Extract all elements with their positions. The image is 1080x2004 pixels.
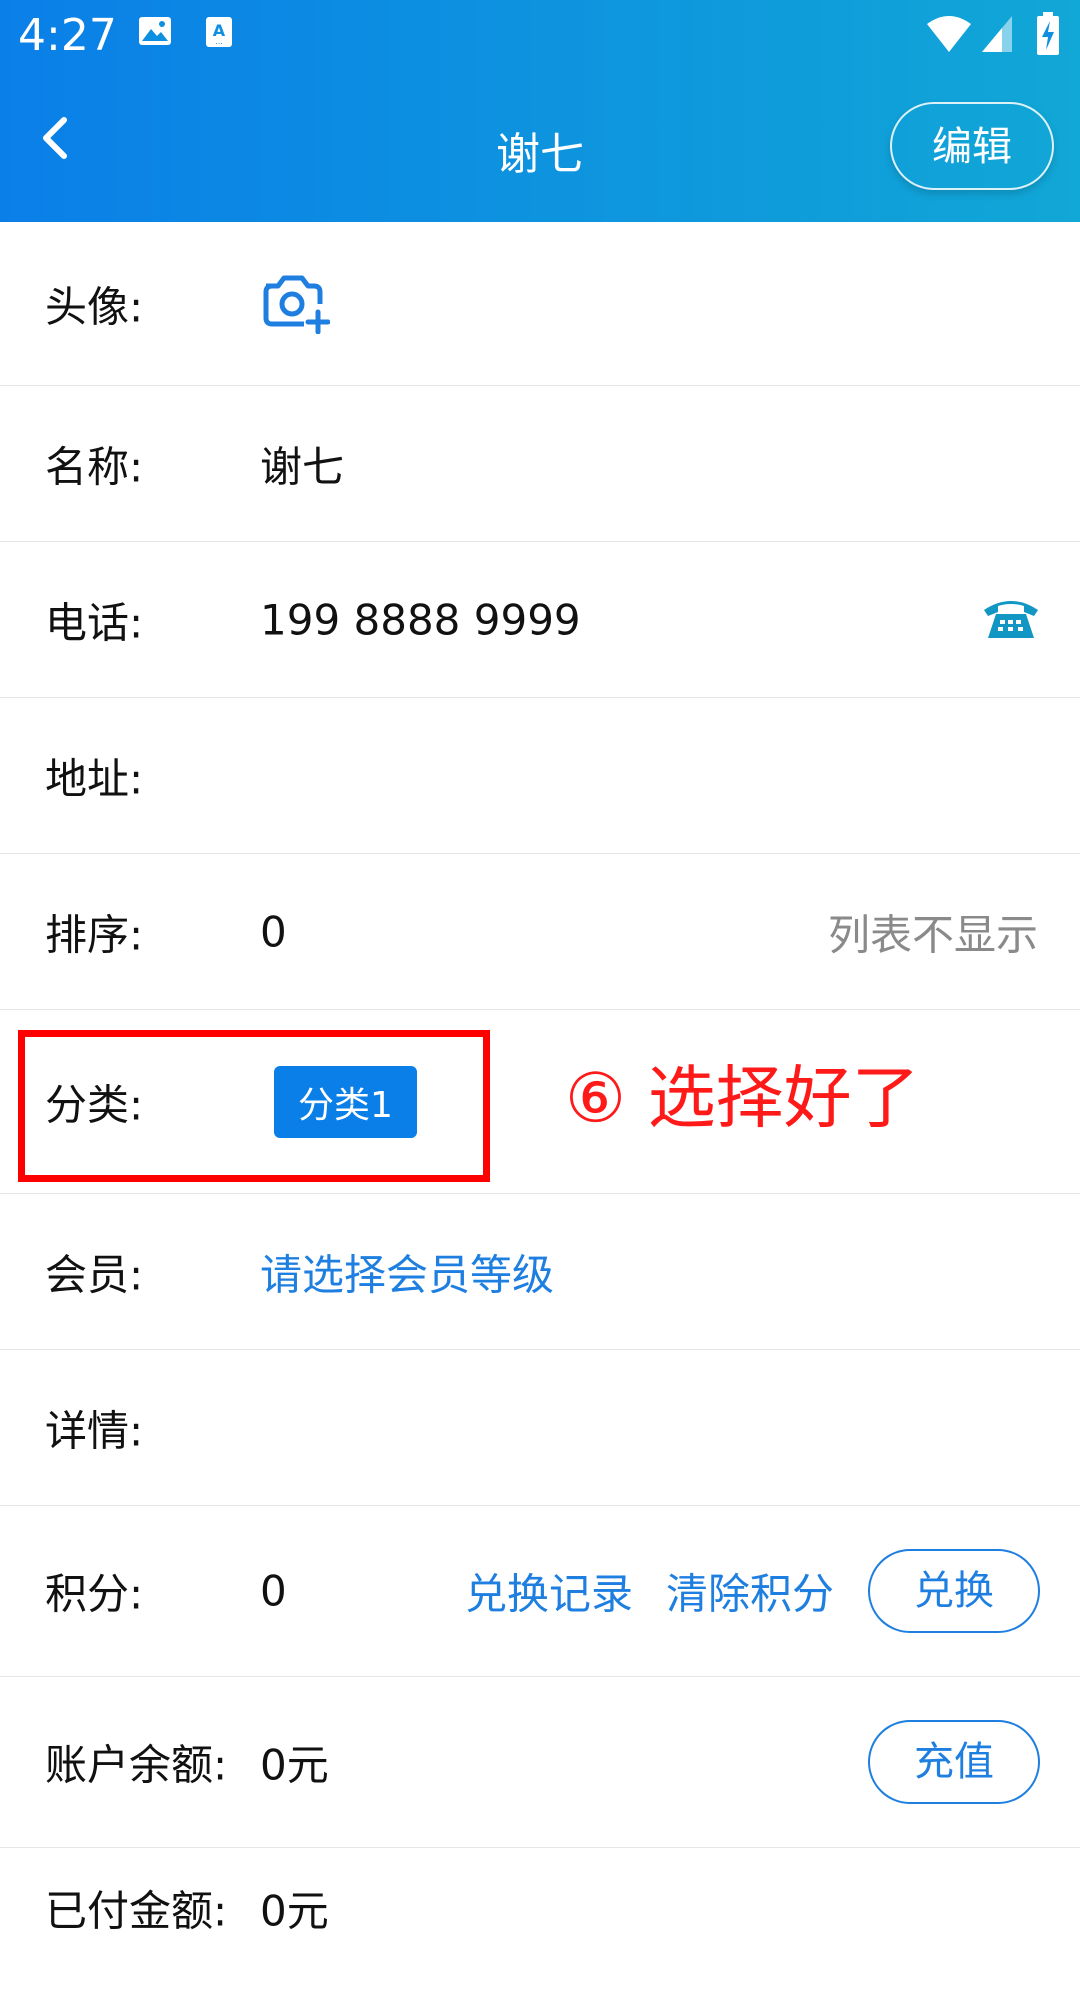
detail-row: 详情: xyxy=(0,1350,1080,1506)
a-badge-icon: A... xyxy=(205,16,233,52)
edit-button[interactable]: 编辑 xyxy=(890,102,1054,190)
points-row: 积分: 0 兑换记录 清除积分 兑换 xyxy=(0,1506,1080,1677)
app-header: 4:27 A... 谢七 编辑 xyxy=(0,0,1080,222)
balance-value: 0元 xyxy=(260,1740,329,1790)
category-tag[interactable]: 分类1 xyxy=(274,1065,417,1138)
paid-value: 0元 xyxy=(260,1886,329,1936)
sort-value: 0 xyxy=(260,907,287,956)
recharge-button[interactable]: 充值 xyxy=(868,1720,1040,1804)
signal-icon xyxy=(980,14,1014,58)
phone-row: 电话: 199 8888 9999 xyxy=(0,542,1080,698)
balance-row: 账户余额: 0元 充值 xyxy=(0,1677,1080,1848)
name-row: 名称: 谢七 xyxy=(0,386,1080,542)
annotation-text: ⑥ 选择好了 xyxy=(565,1059,920,1139)
wifi-icon xyxy=(925,14,973,58)
category-label: 分类: xyxy=(45,1080,144,1129)
redeem-history-link[interactable]: 兑换记录 xyxy=(465,1561,633,1622)
nav-bar: 谢七 编辑 xyxy=(0,82,1080,212)
address-row: 地址: xyxy=(0,698,1080,854)
status-time: 4:27 xyxy=(18,10,117,61)
category-row: 分类: 分类1 ⑥ 选择好了 xyxy=(0,1010,1080,1194)
member-row: 会员: 请选择会员等级 xyxy=(0,1194,1080,1350)
phone-label: 电话: xyxy=(45,598,144,647)
detail-label: 详情: xyxy=(45,1406,144,1455)
member-select[interactable]: 请选择会员等级 xyxy=(260,1241,554,1302)
telephone-icon[interactable] xyxy=(982,594,1040,646)
battery-charging-icon xyxy=(1036,12,1060,60)
member-label: 会员: xyxy=(45,1250,144,1299)
sort-label: 排序: xyxy=(45,910,144,959)
status-bar: 4:27 A... xyxy=(0,0,1080,70)
points-value: 0 xyxy=(260,1566,287,1616)
redeem-button[interactable]: 兑换 xyxy=(868,1549,1040,1633)
customer-detail-form: 头像: 名称: 谢七 电话: 199 8888 9999 地址: 排序: 0 列… xyxy=(0,222,1080,2004)
camera-add-icon[interactable] xyxy=(260,270,331,338)
avatar-label: 头像: xyxy=(45,282,144,331)
clear-points-link[interactable]: 清除积分 xyxy=(666,1561,834,1622)
name-label: 名称: xyxy=(45,442,144,491)
paid-label: 已付金额: xyxy=(45,1886,228,1936)
paid-row: 已付金额: 0元 xyxy=(0,1848,1080,2004)
balance-label: 账户余额: xyxy=(45,1740,228,1790)
address-label: 地址: xyxy=(45,754,144,803)
sort-row: 排序: 0 列表不显示 xyxy=(0,854,1080,1010)
avatar-row: 头像: xyxy=(0,222,1080,386)
image-icon xyxy=(138,16,172,50)
svg-text:...: ... xyxy=(215,37,223,46)
phone-value: 199 8888 9999 xyxy=(260,595,581,644)
name-value: 谢七 xyxy=(260,442,345,491)
points-label: 积分: xyxy=(45,1569,144,1619)
sort-note: 列表不显示 xyxy=(827,910,1038,959)
